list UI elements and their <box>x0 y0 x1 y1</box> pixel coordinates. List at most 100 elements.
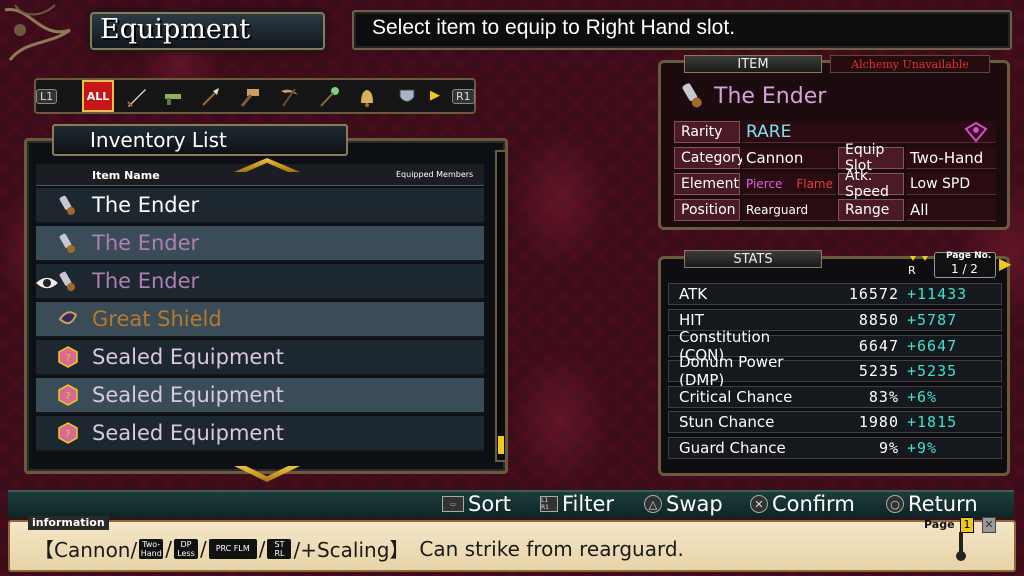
inventory-scrollbar[interactable] <box>495 150 507 462</box>
stat-row: Critical Chance 83% +6% <box>668 386 1002 408</box>
stat-row: Guard Chance 9% +9% <box>668 437 1002 459</box>
list-item[interactable]: ? Sealed Equipment <box>36 416 484 452</box>
list-item[interactable]: The Ender <box>36 264 484 300</box>
return-label: Return <box>908 492 978 516</box>
bell-icon[interactable] <box>352 82 382 112</box>
stat-bonus: +5235 <box>907 362 958 380</box>
inventory-title: Inventory List <box>90 128 227 152</box>
item-name: Sealed Equipment <box>92 383 284 407</box>
filter-control[interactable]: L1 R1 Filter <box>540 490 614 518</box>
spear-icon[interactable] <box>196 82 226 112</box>
item-name: The Ender <box>92 269 200 293</box>
list-item[interactable]: The Ender <box>36 188 484 224</box>
info-open: 【Cannon/ <box>34 538 138 562</box>
page-title: Equipment <box>100 14 251 45</box>
scrollbar-thumb[interactable] <box>498 436 504 454</box>
list-item[interactable]: Great Shield <box>36 302 484 338</box>
category-value: Cannon <box>742 147 836 169</box>
hammer-icon[interactable] <box>234 82 264 112</box>
rarity-label: Rarity <box>674 121 740 143</box>
cannon-icon <box>678 80 708 114</box>
svg-text:?: ? <box>65 429 70 440</box>
swap-control[interactable]: △ Swap <box>644 490 723 518</box>
rarity-emblem-icon <box>964 121 988 147</box>
l1-button[interactable]: L1 <box>36 89 58 104</box>
shield-icon[interactable] <box>392 82 422 112</box>
svg-text:?: ? <box>65 391 70 402</box>
instruction-text: Select item to equip to Right Hand slot. <box>372 16 736 39</box>
stat-label: HIT <box>679 311 704 329</box>
svg-text:R: R <box>908 264 916 276</box>
rarity-value: RARE <box>742 121 996 143</box>
stat-label: Stun Chance <box>679 413 775 431</box>
filter-label: Filter <box>562 492 615 516</box>
r-button-icon[interactable]: R <box>906 252 932 280</box>
item-detail-name: The Ender <box>714 84 827 109</box>
shield-icon <box>54 305 82 333</box>
next-page-arrow-icon[interactable]: ▶ <box>999 254 1011 273</box>
information-tab: information <box>28 516 109 530</box>
confirm-label: Confirm <box>772 492 855 516</box>
sealed-box-icon: ? <box>54 343 82 371</box>
stat-base: 5235 <box>858 362 899 380</box>
column-item-name: Item Name <box>92 169 160 182</box>
equip-slot-label: Equip Slot <box>838 142 904 174</box>
gun-icon[interactable] <box>158 82 188 112</box>
scythe-icon[interactable] <box>274 82 304 112</box>
stat-label: Guard Chance <box>679 439 786 457</box>
range-label: Range <box>838 199 904 221</box>
svg-text:?: ? <box>65 353 70 364</box>
return-control[interactable]: ○ Return <box>886 490 978 518</box>
pierce-flame-icon: PRC FLM <box>208 538 257 559</box>
sword-icon[interactable] <box>122 82 152 112</box>
stat-base: 16572 <box>848 285 899 303</box>
stat-base: 9% <box>878 439 899 457</box>
position-value: Rearguard <box>742 199 836 221</box>
staff-icon[interactable] <box>314 82 344 112</box>
stats-panel-tab: STATS <box>684 250 822 268</box>
circle-button-icon: ○ <box>886 495 904 513</box>
item-name: The Ender <box>92 193 200 217</box>
stat-bonus: +1815 <box>907 413 958 431</box>
item-name: Great Shield <box>92 307 222 331</box>
stat-bonus: +6647 <box>907 337 958 355</box>
item-name: Sealed Equipment <box>92 421 284 445</box>
list-item[interactable]: The Ender <box>36 226 484 262</box>
stat-row: Stun Chance 1980 +1815 <box>668 411 1002 433</box>
selection-cursor-icon <box>33 276 61 290</box>
stat-base: 1980 <box>858 413 899 431</box>
list-item[interactable]: ? Sealed Equipment <box>36 340 484 376</box>
element-flame: Flame <box>796 176 834 191</box>
cannon-icon <box>54 229 82 257</box>
position-label: Position <box>674 199 740 221</box>
info-slash: / <box>199 536 207 561</box>
info-page-number[interactable]: 1 <box>960 517 974 533</box>
category-next-arrow-icon[interactable]: ▶ <box>430 88 440 103</box>
information-text: 【Cannon/ Two-Hand / DP Less / PRC FLM / … <box>34 534 684 563</box>
stat-bonus: +11433 <box>907 285 968 303</box>
sort-label: Sort <box>468 492 512 516</box>
stat-bonus: +5787 <box>907 311 958 329</box>
element-pierce: Pierce <box>746 176 783 191</box>
l1-r1-button-icon: L1 R1 <box>540 496 558 512</box>
stun-rearguard-icon: ST RL <box>267 538 292 559</box>
swap-label: Swap <box>666 492 723 516</box>
cross-button-icon: ✕ <box>750 495 768 513</box>
column-equipped-members: Equipped Members <box>396 170 474 179</box>
element-value: Pierce Flame <box>742 173 836 195</box>
category-label: Category <box>674 147 745 169</box>
two-hand-icon: Two-Hand <box>139 538 164 559</box>
r1-button[interactable]: R1 <box>452 89 475 104</box>
info-slash: / <box>165 536 172 561</box>
info-close-icon[interactable]: ✕ <box>982 517 996 533</box>
category-all-tab[interactable]: ALL <box>82 80 114 112</box>
confirm-control[interactable]: ✕ Confirm <box>750 490 855 518</box>
sort-control[interactable]: ▭ Sort <box>442 490 511 518</box>
list-item[interactable]: ? Sealed Equipment <box>36 378 484 414</box>
stat-label: Donum Power (DMP) <box>679 353 784 389</box>
stat-bonus: +9% <box>907 439 938 457</box>
sealed-box-icon: ? <box>54 381 82 409</box>
stat-base: 83% <box>868 388 899 406</box>
page-no-value: 1 / 2 <box>951 262 978 276</box>
info-description: Can strike from rearguard. <box>419 536 684 561</box>
